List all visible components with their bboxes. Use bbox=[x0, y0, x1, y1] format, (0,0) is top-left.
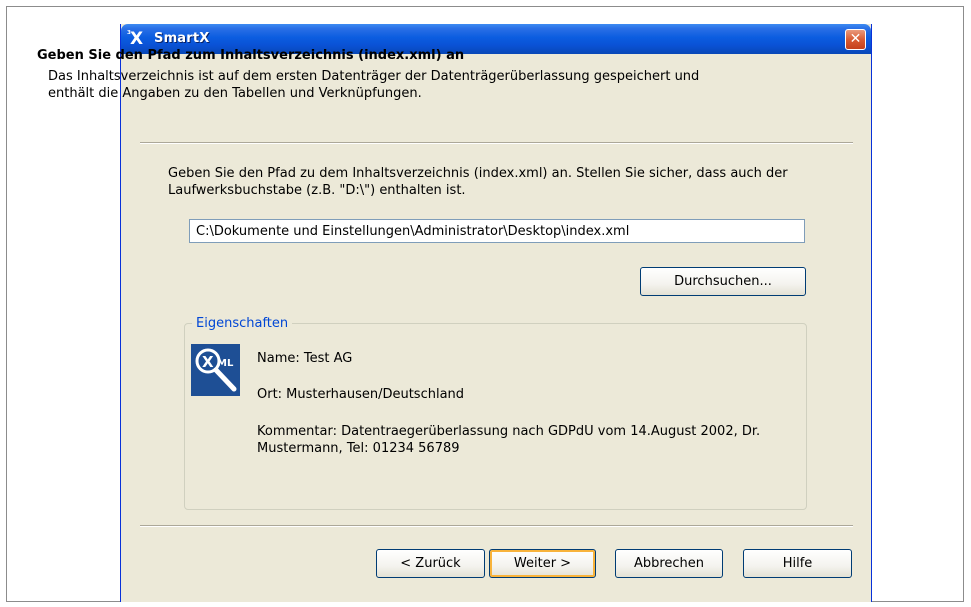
properties-legend: Eigenschaften bbox=[192, 316, 293, 331]
svg-text:ML: ML bbox=[217, 358, 234, 369]
svg-text:X: X bbox=[202, 353, 214, 371]
back-button[interactable]: < Zurück bbox=[376, 549, 485, 578]
step-title: Geben Sie den Pfad zum Inhaltsverzeichni… bbox=[37, 48, 465, 63]
property-name: Name: Test AG bbox=[257, 351, 353, 366]
cancel-button[interactable]: Abbrechen bbox=[615, 549, 723, 578]
footer-separator bbox=[140, 525, 853, 527]
close-icon: ✕ bbox=[849, 31, 862, 47]
wizard-window: ³X SmartX ✕ bbox=[120, 24, 872, 602]
xml-magnifier-icon: X ML bbox=[191, 344, 240, 396]
instruction-text: Geben Sie den Pfad zu dem Inhaltsverzeic… bbox=[168, 166, 788, 198]
property-ort: Ort: Musterhausen/Deutschland bbox=[257, 387, 465, 402]
window-title: SmartX bbox=[154, 31, 210, 46]
smartx-logo-icon: ³X bbox=[127, 29, 144, 49]
help-button[interactable]: Hilfe bbox=[743, 549, 852, 578]
step-description: Das Inhaltsverzeichnis ist auf dem erste… bbox=[48, 69, 700, 101]
browse-button[interactable]: Durchsuchen... bbox=[640, 267, 806, 296]
index-path-input[interactable] bbox=[189, 219, 805, 243]
close-button[interactable]: ✕ bbox=[845, 29, 866, 50]
property-kommentar: Kommentar: Datentraegerüberlassung nach … bbox=[257, 424, 761, 456]
header-separator bbox=[140, 142, 853, 144]
next-button[interactable]: Weiter > bbox=[489, 549, 596, 578]
